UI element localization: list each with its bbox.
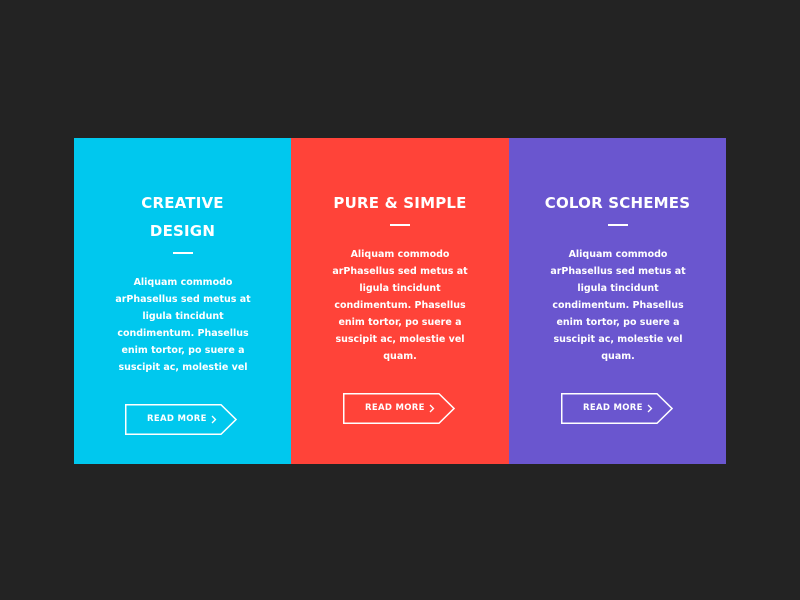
card-description: Aliquam commodo arPhasellus sed metus at… xyxy=(115,277,251,373)
read-more-button[interactable]: READ MORE xyxy=(343,393,455,424)
card-description: Aliquam commodo arPhasellus sed metus at… xyxy=(550,249,686,362)
card-title: CREATIVE DESIGN xyxy=(141,194,224,240)
chevron-right-icon xyxy=(647,404,653,413)
read-more-button[interactable]: READ MORE xyxy=(125,404,237,435)
read-more-label: READ MORE xyxy=(365,403,425,413)
read-more-label: READ MORE xyxy=(147,414,207,424)
chevron-right-icon xyxy=(211,415,217,424)
card-pure-simple: PURE & SIMPLE Aliquam commodo arPhasellu… xyxy=(291,138,509,464)
card-color-schemes: COLOR SCHEMES Aliquam commodo arPhasellu… xyxy=(509,138,726,464)
title-divider xyxy=(390,224,410,226)
title-divider xyxy=(607,224,628,226)
card-creative-design: CREATIVE DESIGN Aliquam commodo arPhasel… xyxy=(74,138,291,464)
feature-cards: CREATIVE DESIGN Aliquam commodo arPhasel… xyxy=(74,138,726,464)
read-more-button[interactable]: READ MORE xyxy=(561,393,673,424)
read-more-label: READ MORE xyxy=(583,403,643,413)
card-title: PURE & SIMPLE xyxy=(333,194,467,212)
card-title: COLOR SCHEMES xyxy=(544,194,691,212)
chevron-right-icon xyxy=(429,404,435,413)
card-description: Aliquam commodo arPhasellus sed metus at… xyxy=(332,249,468,362)
title-divider xyxy=(172,252,193,254)
page-background: CREATIVE DESIGN Aliquam commodo arPhasel… xyxy=(0,0,800,600)
